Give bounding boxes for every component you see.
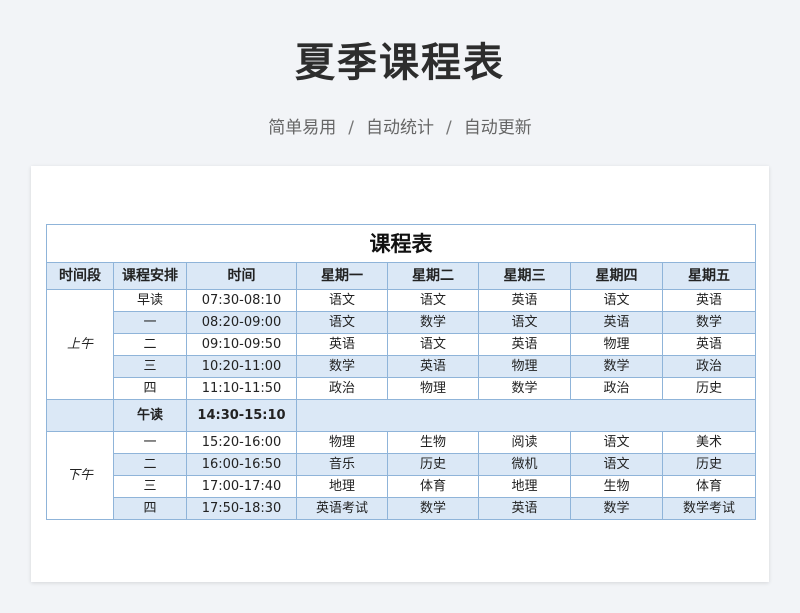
- column-header[interactable]: 星期一: [296, 262, 388, 290]
- course-cell[interactable]: 阅读: [478, 431, 571, 454]
- course-cell[interactable]: 数学考试: [662, 497, 756, 520]
- course-cell[interactable]: 语文: [296, 289, 388, 312]
- subtitle-separator: /: [446, 118, 452, 138]
- time-cell[interactable]: 07:30-08:10: [186, 289, 297, 312]
- schedule-table: 课程表 时间段 课程安排 时间 星期一 星期二 星期三 星期四 星期五 上午 早读 07:30-0…: [46, 224, 756, 520]
- course-cell[interactable]: 地理: [296, 475, 388, 498]
- slot-cell[interactable]: 早读: [113, 289, 187, 312]
- slot-cell[interactable]: 二: [113, 453, 187, 476]
- course-cell[interactable]: 语文: [478, 311, 571, 334]
- course-cell[interactable]: 政治: [662, 355, 756, 378]
- subtitle-item: 自动统计: [366, 118, 434, 138]
- time-cell[interactable]: 17:00-17:40: [186, 475, 297, 498]
- table-header-row: 时间段 课程安排 时间 星期一 星期二 星期三 星期四 星期五: [46, 262, 756, 290]
- course-cell[interactable]: 数学: [662, 311, 756, 334]
- course-cell[interactable]: 体育: [662, 475, 756, 498]
- course-cell[interactable]: 英语: [662, 289, 756, 312]
- column-header[interactable]: 时间: [186, 262, 297, 290]
- table-title: 课程表: [46, 224, 756, 263]
- course-cell[interactable]: 物理: [478, 355, 571, 378]
- course-cell[interactable]: 英语: [296, 333, 388, 356]
- time-cell[interactable]: 15:20-16:00: [186, 431, 297, 454]
- table-row: 四 11:10-11:50 政治 物理 数学 政治 历史: [47, 377, 756, 400]
- lunch-period-cell[interactable]: [46, 399, 114, 432]
- course-cell[interactable]: 历史: [662, 377, 756, 400]
- column-header[interactable]: 星期二: [387, 262, 479, 290]
- course-cell[interactable]: 英语: [387, 355, 479, 378]
- course-cell[interactable]: 地理: [478, 475, 571, 498]
- course-cell[interactable]: 英语: [478, 333, 571, 356]
- course-cell[interactable]: 历史: [387, 453, 479, 476]
- time-cell[interactable]: 17:50-18:30: [186, 497, 297, 520]
- time-cell[interactable]: 10:20-11:00: [186, 355, 297, 378]
- course-cell[interactable]: 数学: [387, 311, 479, 334]
- course-cell[interactable]: 数学: [570, 497, 663, 520]
- subtitle-separator: /: [348, 118, 354, 138]
- period-label-cell[interactable]: 上午: [46, 289, 114, 400]
- course-cell[interactable]: 生物: [387, 431, 479, 454]
- subtitle-item: 简单易用: [268, 118, 337, 138]
- course-cell[interactable]: 体育: [387, 475, 479, 498]
- table-row: 四 17:50-18:30 英语考试 数学 英语 数学 数学考试: [47, 497, 756, 520]
- course-cell[interactable]: 物理: [296, 431, 388, 454]
- table-row: 二 09:10-09:50 英语 语文 英语 物理 英语: [47, 333, 756, 356]
- time-cell[interactable]: 14:30-15:10: [186, 399, 297, 432]
- time-cell[interactable]: 09:10-09:50: [186, 333, 297, 356]
- course-cell[interactable]: 语文: [296, 311, 388, 334]
- lunch-row: 午读 14:30-15:10: [46, 399, 756, 432]
- course-cell[interactable]: 语文: [570, 289, 663, 312]
- period-label-cell[interactable]: 下午: [46, 431, 114, 520]
- course-cell[interactable]: 英语: [662, 333, 756, 356]
- slot-cell[interactable]: 四: [113, 377, 187, 400]
- course-cell[interactable]: 英语: [478, 497, 571, 520]
- course-cell[interactable]: 英语考试: [296, 497, 388, 520]
- table-row: 二 16:00-16:50 音乐 历史 微机 语文 历史: [47, 453, 756, 476]
- course-cell[interactable]: 音乐: [296, 453, 388, 476]
- lunch-merged-cell[interactable]: [296, 399, 756, 432]
- course-cell[interactable]: 语文: [387, 289, 479, 312]
- course-cell[interactable]: 数学: [478, 377, 571, 400]
- course-cell[interactable]: 政治: [570, 377, 663, 400]
- course-cell[interactable]: 英语: [478, 289, 571, 312]
- slot-cell[interactable]: 三: [113, 475, 187, 498]
- subtitle-item: 自动更新: [463, 118, 532, 138]
- slot-cell[interactable]: 一: [113, 431, 187, 454]
- course-cell[interactable]: 英语: [570, 311, 663, 334]
- course-cell[interactable]: 语文: [570, 431, 663, 454]
- table-row: 下午一 15:20-16:00 物理 生物 阅读 语文 美术: [46, 431, 756, 520]
- course-cell[interactable]: 数学: [296, 355, 388, 378]
- spreadsheet-sheet: 课程表 时间段 课程安排 时间 星期一 星期二 星期三 星期四 星期五 上午 早读 07:30-0…: [31, 166, 769, 582]
- table-row: 上午 早读 07:30-08:10 语文 语文 英语 语文 英语: [46, 289, 756, 400]
- course-cell[interactable]: 数学: [570, 355, 663, 378]
- slot-cell[interactable]: 三: [113, 355, 187, 378]
- time-cell[interactable]: 16:00-16:50: [186, 453, 297, 476]
- table-row: 一 08:20-09:00 语文 数学 语文 英语 数学: [47, 311, 756, 334]
- table-row: 三 17:00-17:40 地理 体育 地理 生物 体育: [47, 475, 756, 498]
- column-header[interactable]: 星期三: [478, 262, 571, 290]
- column-header[interactable]: 星期四: [570, 262, 663, 290]
- course-cell[interactable]: 数学: [387, 497, 479, 520]
- table-body: 上午 早读 07:30-08:10 语文 语文 英语 语文 英语一 08:20-09:00 语文数…: [46, 289, 756, 520]
- course-cell[interactable]: 语文: [570, 453, 663, 476]
- course-cell[interactable]: 生物: [570, 475, 663, 498]
- column-header[interactable]: 时间段: [46, 262, 114, 290]
- course-cell[interactable]: 历史: [662, 453, 756, 476]
- slot-cell[interactable]: 午读: [113, 399, 187, 432]
- time-cell[interactable]: 08:20-09:00: [186, 311, 297, 334]
- slot-cell[interactable]: 四: [113, 497, 187, 520]
- table-row: 三 10:20-11:00 数学 英语 物理 数学 政治: [47, 355, 756, 378]
- course-cell[interactable]: 语文: [387, 333, 479, 356]
- slot-cell[interactable]: 二: [113, 333, 187, 356]
- course-cell[interactable]: 物理: [570, 333, 663, 356]
- column-header[interactable]: 星期五: [662, 262, 756, 290]
- time-cell[interactable]: 11:10-11:50: [186, 377, 297, 400]
- course-cell[interactable]: 美术: [662, 431, 756, 454]
- page-subtitle: 简单易用 / 自动统计 / 自动更新: [0, 113, 800, 138]
- column-header[interactable]: 课程安排: [113, 262, 187, 290]
- slot-cell[interactable]: 一: [113, 311, 187, 334]
- course-cell[interactable]: 微机: [478, 453, 571, 476]
- course-cell[interactable]: 物理: [387, 377, 479, 400]
- course-cell[interactable]: 政治: [296, 377, 388, 400]
- page-title: 夏季课程表: [295, 40, 505, 86]
